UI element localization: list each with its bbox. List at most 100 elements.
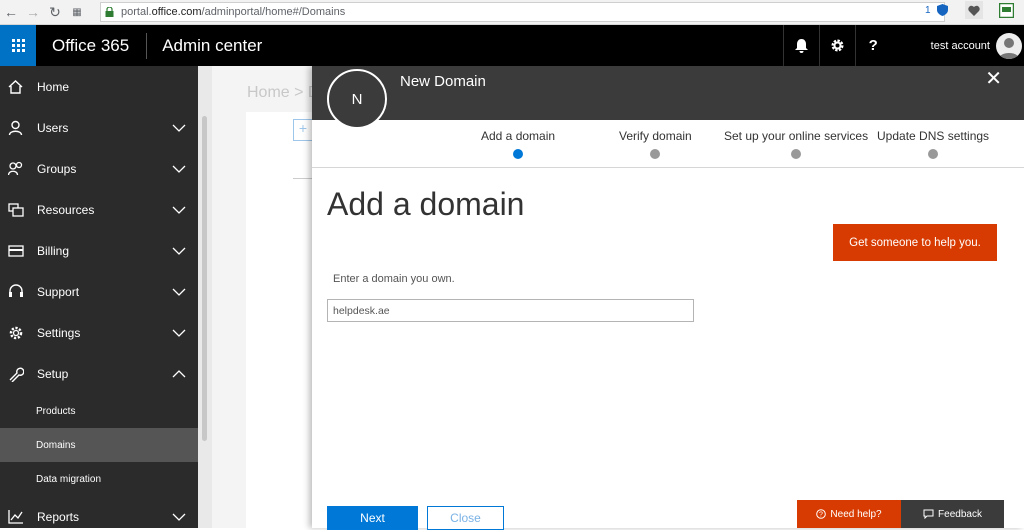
- back-icon[interactable]: ←: [0, 1, 22, 23]
- feedback-button[interactable]: Feedback: [901, 500, 1004, 528]
- extension-badge-count: 1: [925, 4, 931, 16]
- step-indicator: [928, 149, 939, 159]
- scrollbar-thumb[interactable]: [202, 116, 207, 441]
- chevron-down-icon: [172, 124, 186, 132]
- address-bar[interactable]: portal. office.com/adminportal/home#/Doma…: [100, 2, 945, 22]
- chevron-down-icon: [172, 513, 186, 521]
- add-domain-button: +: [293, 119, 312, 141]
- groups-icon: [0, 161, 30, 176]
- app-name: Admin center: [162, 35, 263, 55]
- nav-label: Home: [37, 79, 70, 94]
- step-indicator: [650, 149, 661, 159]
- sidebar-item-data-migration[interactable]: Data migration: [0, 462, 198, 496]
- wrench-icon: [0, 366, 30, 382]
- nav-label: Billing: [37, 243, 70, 258]
- chevron-down-icon: [172, 247, 186, 255]
- home-icon: [0, 79, 30, 94]
- svg-text:?: ?: [819, 512, 823, 519]
- chart-icon: [0, 509, 30, 524]
- wizard-steps: Add a domain Verify domain Set up your o…: [312, 120, 1024, 168]
- domain-input[interactable]: [327, 299, 694, 322]
- step-label: Set up your online services: [724, 129, 869, 143]
- url-domain: office.com: [151, 6, 202, 18]
- header-divider: [146, 32, 148, 59]
- nav-label: Users: [37, 120, 69, 135]
- nav-label: Resources: [37, 202, 95, 217]
- suite-header: Office 365 Admin center ? test account: [0, 25, 1024, 66]
- gear-icon[interactable]: [818, 25, 855, 66]
- step-label: Update DNS settings: [877, 129, 990, 143]
- credit-card-icon: [0, 244, 30, 257]
- nav-item-users[interactable]: Users: [0, 107, 198, 148]
- reload-icon[interactable]: ↻: [44, 1, 66, 23]
- background-card: [246, 112, 312, 528]
- comment-icon: [923, 509, 934, 519]
- bell-icon[interactable]: [782, 25, 819, 66]
- forward-icon[interactable]: →: [22, 1, 44, 23]
- user-icon: [0, 120, 30, 135]
- url-path: /adminportal/home#/Domains: [201, 6, 346, 18]
- lock-icon: [105, 6, 114, 17]
- need-help-button[interactable]: ? Need help?: [797, 500, 901, 528]
- browser-toolbar: ← → ↻ ▦ portal. office.com/adminportal/ho…: [0, 0, 1024, 25]
- nav-item-reports[interactable]: Reports: [0, 496, 198, 528]
- nav-label: Support: [37, 284, 80, 299]
- breadcrumb: Home > D: [247, 84, 320, 101]
- url-prefix: portal.: [121, 6, 152, 18]
- step-verify-domain: Verify domain: [619, 129, 692, 159]
- avatar[interactable]: [996, 32, 1022, 59]
- nav-item-billing[interactable]: Billing: [0, 230, 198, 271]
- page-title: Add a domain: [327, 186, 525, 222]
- chevron-down-icon: [172, 165, 186, 173]
- step-add-domain: Add a domain: [481, 129, 555, 159]
- gear-icon: [0, 325, 30, 341]
- nav-label: Settings: [37, 325, 81, 340]
- nav-item-setup[interactable]: Setup: [0, 353, 198, 394]
- feedback-label: Feedback: [938, 508, 982, 520]
- app-launcher-icon[interactable]: [0, 25, 36, 66]
- brand-name[interactable]: Office 365: [52, 36, 129, 56]
- left-navigation: Home Users Groups Resources Billing Supp…: [0, 66, 198, 528]
- panel-header: New Domain ✕: [312, 66, 1024, 120]
- heart-icon[interactable]: [964, 1, 983, 19]
- nav-item-settings[interactable]: Settings: [0, 312, 198, 353]
- nav-label: Setup: [37, 366, 69, 381]
- nav-item-resources[interactable]: Resources: [0, 189, 198, 230]
- extension-icon[interactable]: [998, 1, 1016, 19]
- nav-label: Groups: [37, 161, 77, 176]
- nav-item-home[interactable]: Home: [0, 66, 198, 107]
- next-button[interactable]: Next: [327, 506, 418, 530]
- apps-grid-icon[interactable]: ▦: [66, 1, 88, 23]
- step-update-dns: Update DNS settings: [877, 129, 989, 159]
- step-label: Add a domain: [481, 129, 556, 143]
- shield-icon[interactable]: [934, 1, 952, 19]
- domain-field-label: Enter a domain you own.: [333, 273, 455, 285]
- chevron-down-icon: [172, 206, 186, 214]
- nav-label: Reports: [37, 509, 80, 524]
- get-help-button[interactable]: Get someone to help you.: [833, 224, 997, 261]
- step-label: Verify domain: [619, 129, 692, 143]
- header-actions: ? test account: [782, 25, 1024, 66]
- step-online-services: Set up your online services: [724, 129, 868, 159]
- nav-item-support[interactable]: Support: [0, 271, 198, 312]
- account-name[interactable]: test account: [931, 40, 990, 52]
- sidebar-scrollbar[interactable]: [198, 66, 212, 528]
- new-domain-panel: New Domain ✕ N Add a domain Verify domai…: [312, 66, 1024, 530]
- chevron-down-icon: [172, 288, 186, 296]
- sidebar-item-domains[interactable]: Domains: [0, 428, 198, 462]
- divider: [293, 178, 312, 179]
- need-help-label: Need help?: [830, 508, 882, 520]
- help-icon[interactable]: ?: [854, 25, 891, 66]
- close-button[interactable]: Close: [427, 506, 504, 530]
- help-circle-icon: ?: [816, 509, 827, 519]
- close-icon[interactable]: ✕: [985, 69, 1002, 89]
- resources-icon: [0, 202, 30, 217]
- step-indicator: [513, 149, 524, 159]
- step-indicator: [791, 149, 802, 159]
- nav-item-groups[interactable]: Groups: [0, 148, 198, 189]
- sidebar-item-products[interactable]: Products: [0, 394, 198, 428]
- chevron-down-icon: [172, 329, 186, 337]
- extension-area: 1: [925, 1, 1024, 19]
- panel-title: New Domain: [400, 73, 486, 90]
- headset-icon: [0, 283, 30, 300]
